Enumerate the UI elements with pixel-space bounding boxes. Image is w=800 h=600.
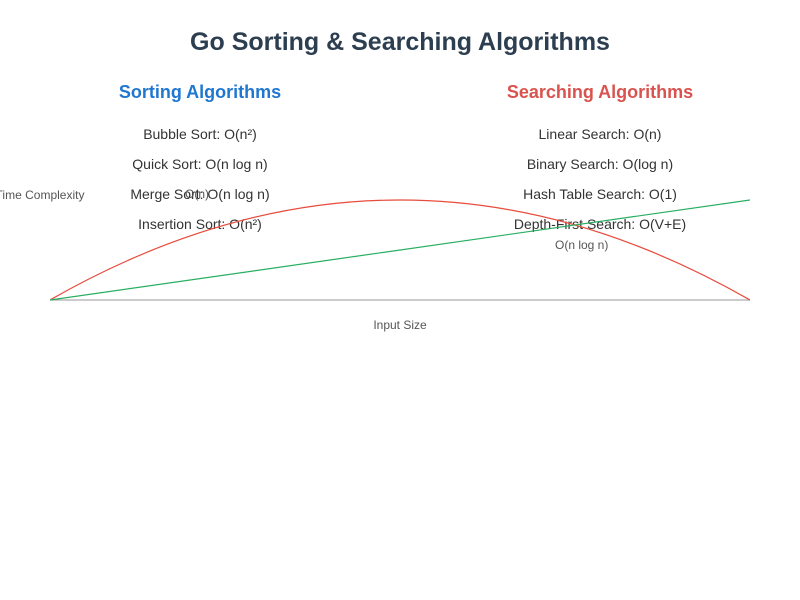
sorting-header: Sorting Algorithms xyxy=(0,82,400,103)
curve-label-arc: O(n) xyxy=(185,187,209,201)
curve-label-line: O(n log n) xyxy=(555,238,608,252)
x-axis-label: Input Size xyxy=(0,318,800,332)
list-item: Bubble Sort: O(n²) xyxy=(143,126,257,142)
searching-header: Searching Algorithms xyxy=(400,82,800,103)
complexity-chart xyxy=(50,170,750,330)
list-item: Linear Search: O(n) xyxy=(539,126,662,142)
page-title: Go Sorting & Searching Algorithms xyxy=(0,28,800,57)
